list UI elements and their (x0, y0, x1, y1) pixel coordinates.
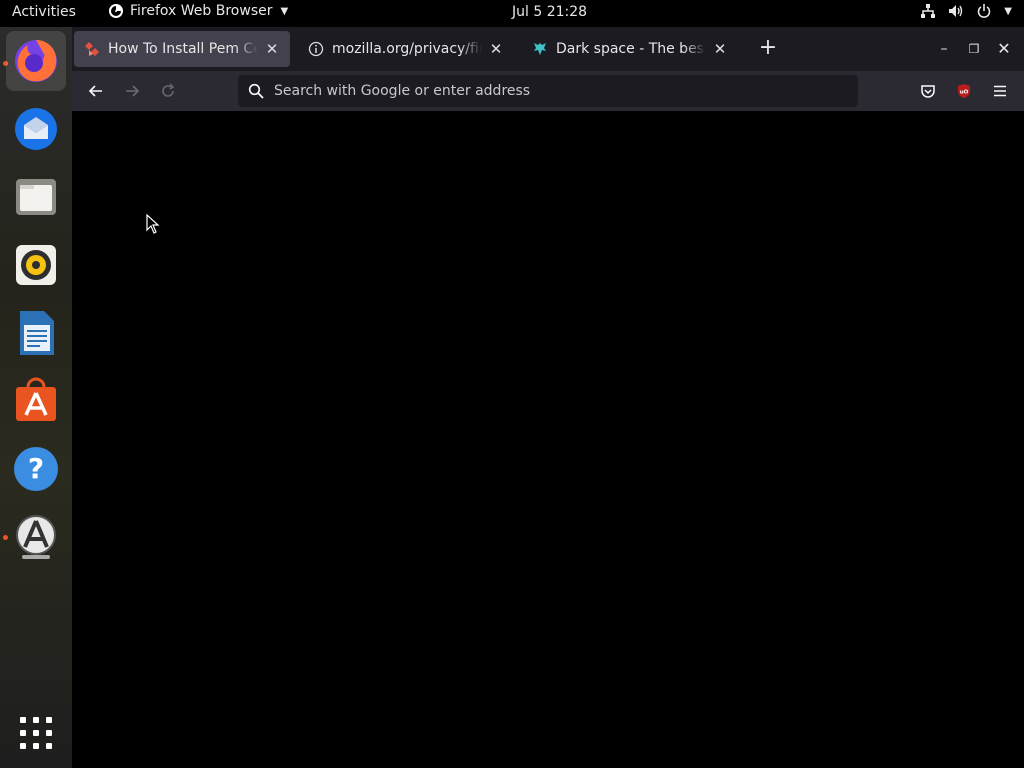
rhythmbox-icon (16, 245, 56, 285)
dock: ? (0, 27, 72, 768)
back-button[interactable] (84, 79, 108, 103)
app-menu-button[interactable] (988, 79, 1012, 103)
close-tab-icon[interactable]: ✕ (488, 41, 504, 57)
pocket-icon (921, 85, 935, 98)
tab-strip: How To Install Pem Certificate ✕ mozilla… (72, 27, 1024, 71)
dock-show-applications[interactable] (6, 703, 66, 763)
clock[interactable]: Jul 5 21:28 (512, 4, 587, 20)
new-tab-button[interactable]: + (756, 37, 780, 61)
forward-arrow-icon (126, 85, 140, 97)
software-updater-icon (16, 515, 56, 559)
address-bar[interactable] (238, 75, 858, 107)
ublock-shield-icon: uO (958, 84, 970, 98)
page-content[interactable] (72, 111, 1024, 768)
volume-icon (949, 5, 963, 17)
mouse-cursor-icon (146, 214, 160, 234)
close-tab-icon[interactable]: ✕ (712, 41, 728, 57)
dock-help[interactable]: ? (6, 439, 66, 499)
minimize-button[interactable]: – (934, 39, 954, 59)
firefox-small-icon (109, 4, 123, 18)
dock-thunderbird[interactable] (6, 99, 66, 159)
pocket-button[interactable] (916, 79, 940, 103)
dock-software-updater[interactable] (6, 507, 66, 567)
tab-title: Dark space - The best dynamic (556, 41, 706, 57)
tab-dark-space[interactable]: Dark space - The best dynamic ✕ (522, 31, 738, 67)
dock-rhythmbox[interactable] (6, 235, 66, 295)
ram-favicon-icon (534, 43, 546, 55)
tab-mozilla-privacy[interactable]: mozilla.org/privacy/firefox ✕ (298, 31, 514, 67)
tab-title: mozilla.org/privacy/firefox (332, 41, 482, 57)
close-window-button[interactable]: ✕ (994, 39, 1014, 59)
search-icon (248, 83, 264, 99)
files-icon (16, 179, 56, 215)
ublock-button[interactable]: uO (952, 79, 976, 103)
app-menu-label: Firefox Web Browser (130, 3, 273, 19)
software-center-icon (16, 377, 56, 421)
tab-how-to-install-pem[interactable]: How To Install Pem Certificate ✕ (74, 31, 290, 67)
tab-title: How To Install Pem Certificate (108, 41, 258, 57)
forward-button[interactable] (120, 79, 144, 103)
app-grid-icon (20, 717, 52, 749)
writer-icon (20, 311, 54, 355)
svg-text:uO: uO (960, 90, 969, 96)
dock-firefox[interactable] (6, 31, 66, 91)
network-icon (921, 4, 936, 18)
diamond-favicon-icon (85, 42, 99, 56)
info-icon (308, 41, 324, 57)
hamburger-menu-icon (994, 85, 1006, 97)
reload-button[interactable] (156, 79, 180, 103)
chevron-down-icon: ▼ (280, 5, 289, 17)
power-icon (978, 4, 991, 18)
dock-files[interactable] (6, 167, 66, 227)
back-arrow-icon (88, 85, 102, 97)
reload-icon (162, 83, 175, 97)
activities-button[interactable]: Activities (12, 4, 76, 20)
chevron-down-icon: ▼ (1004, 5, 1012, 17)
app-menu[interactable]: Firefox Web Browser ▼ (108, 3, 288, 19)
firefox-icon (15, 40, 57, 82)
svg-text:?: ? (28, 452, 44, 485)
help-icon: ? (14, 447, 58, 491)
firefox-window: How To Install Pem Certificate ✕ mozilla… (72, 27, 1024, 768)
thunderbird-icon (15, 108, 57, 150)
dock-libreoffice-writer[interactable] (6, 303, 66, 363)
close-tab-icon[interactable]: ✕ (264, 41, 280, 57)
restore-button[interactable]: ❐ (964, 39, 984, 59)
navigation-toolbar: uO (72, 71, 1024, 111)
top-bar: Activities Firefox Web Browser ▼ Jul 5 2… (0, 0, 1024, 27)
system-tray[interactable]: ▼ (920, 3, 1012, 19)
dock-ubuntu-software[interactable] (6, 371, 66, 431)
address-input[interactable] (274, 83, 834, 99)
